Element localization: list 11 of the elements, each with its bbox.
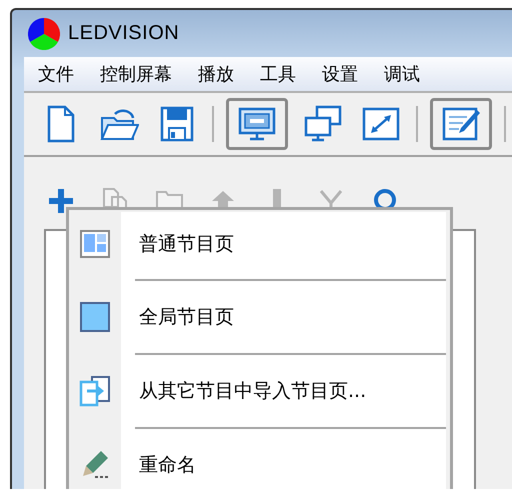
menu-item[interactable]: 重命名 xyxy=(69,432,446,489)
menu-item[interactable]: 控制屏幕 xyxy=(100,62,172,86)
window-title: LEDVISION xyxy=(68,22,180,45)
menu-item[interactable]: 播放 xyxy=(198,62,234,86)
menu-item[interactable]: 普通节目页 xyxy=(69,212,446,276)
menu-item[interactable]: 工具 xyxy=(260,62,296,86)
menu-item[interactable]: 设置 xyxy=(322,62,358,86)
menu-item[interactable]: 调试 xyxy=(384,62,420,86)
menu-item[interactable]: 文件 xyxy=(38,62,74,86)
menu-item[interactable]: 从其它节目中导入节目页... xyxy=(69,358,446,424)
menu-item[interactable]: 全局节目页 xyxy=(69,284,446,350)
